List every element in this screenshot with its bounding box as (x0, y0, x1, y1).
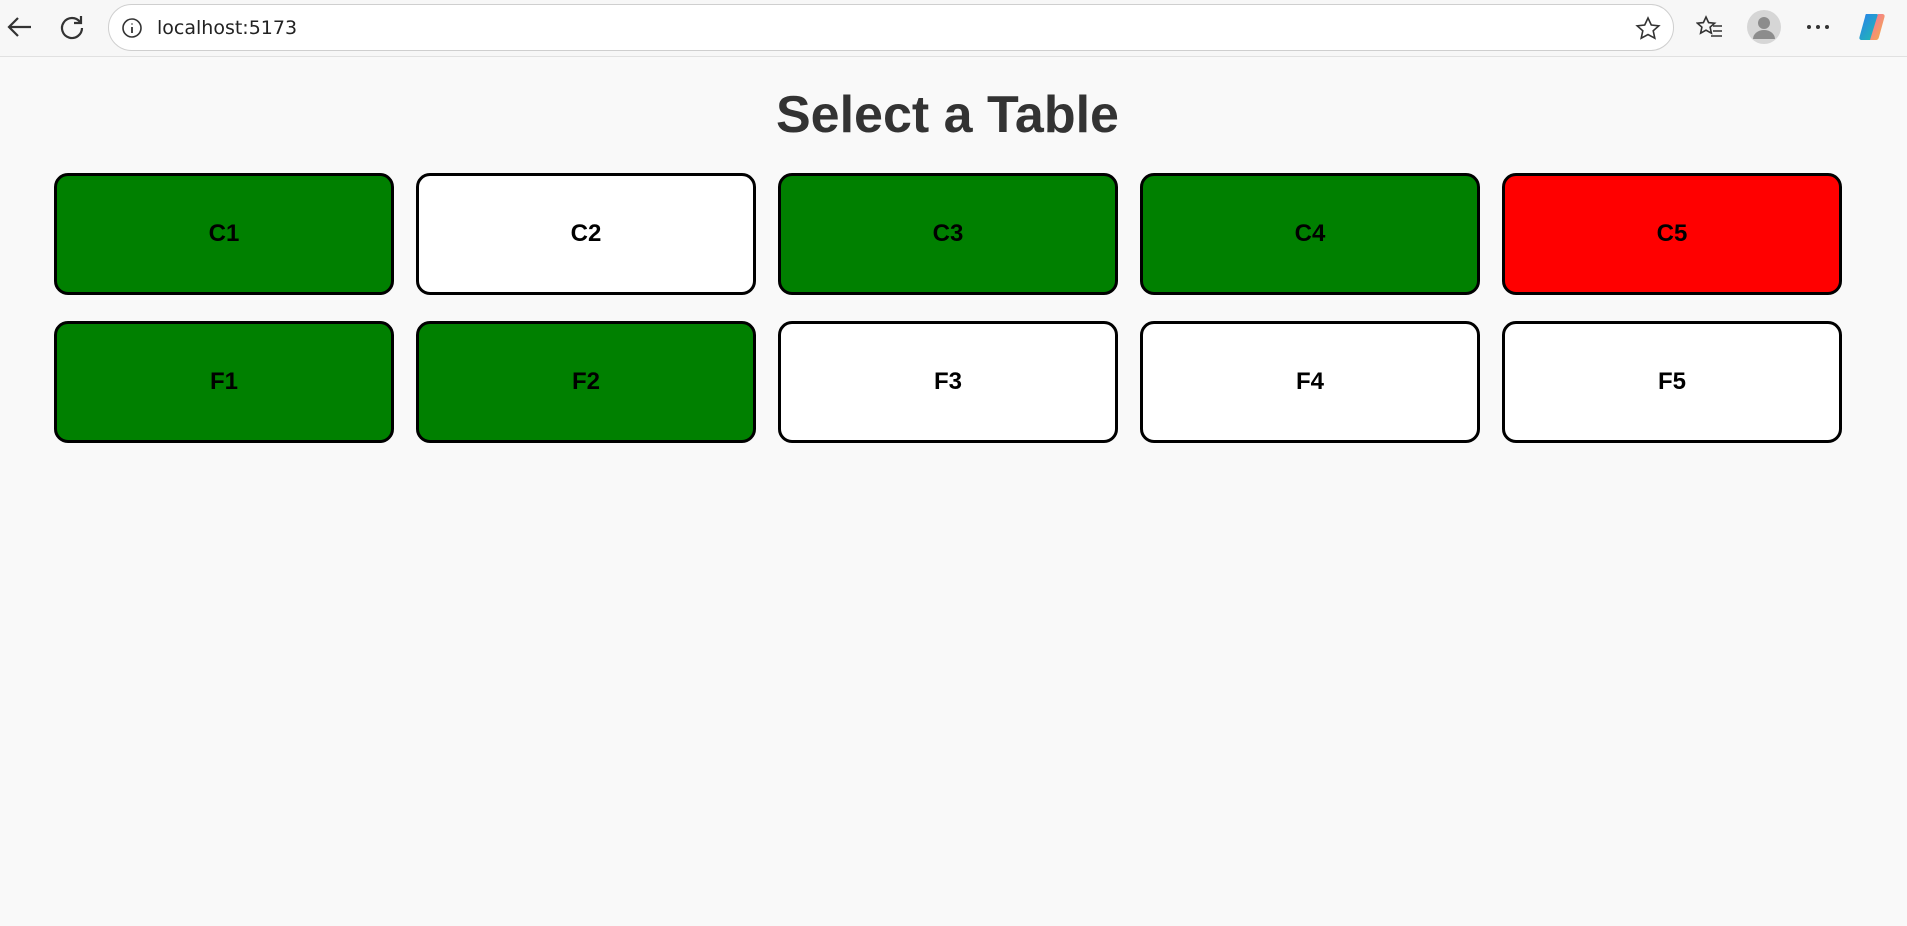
more-options-icon[interactable] (1798, 7, 1838, 47)
back-arrow-icon[interactable] (0, 7, 40, 47)
table-label: F2 (571, 368, 600, 395)
table-label: C4 (1294, 220, 1326, 247)
table-button-c4[interactable]: C4 (1140, 173, 1480, 295)
table-button-f3[interactable]: F3 (778, 321, 1118, 443)
browser-toolbar: localhost:5173 (0, 0, 1907, 56)
page-title: Select a Table (776, 86, 1119, 144)
copilot-icon[interactable] (1852, 7, 1892, 47)
table-grid: C1 C2 C3 C4 C5 F1 F2 F3 F4 F5 (54, 173, 1842, 443)
table-button-f1[interactable]: F1 (54, 321, 394, 443)
address-bar[interactable]: localhost:5173 (108, 4, 1674, 51)
table-button-c1[interactable]: C1 (54, 173, 394, 295)
table-label: C1 (208, 220, 240, 247)
table-label: F4 (1295, 368, 1324, 395)
refresh-icon[interactable] (52, 7, 92, 47)
favorites-icon[interactable] (1690, 7, 1730, 47)
table-label: F5 (1657, 368, 1686, 395)
page-content: Select a Table C1 C2 C3 C4 C5 F1 F2 F3 F… (0, 56, 1907, 926)
profile-avatar-icon[interactable] (1744, 7, 1784, 47)
table-button-c2[interactable]: C2 (416, 173, 756, 295)
table-button-f2[interactable]: F2 (416, 321, 756, 443)
favorite-star-icon[interactable] (1635, 16, 1661, 47)
table-button-f4[interactable]: F4 (1140, 321, 1480, 443)
url-text: localhost:5173 (157, 16, 298, 39)
table-button-c3[interactable]: C3 (778, 173, 1118, 295)
table-button-c5[interactable]: C5 (1502, 173, 1842, 295)
table-label: C2 (570, 220, 602, 247)
table-button-f5[interactable]: F5 (1502, 321, 1842, 443)
table-label: C5 (1656, 220, 1688, 247)
table-label: F1 (209, 368, 238, 395)
table-label: C3 (932, 220, 964, 247)
table-label: F3 (933, 368, 962, 395)
site-info-icon[interactable] (121, 17, 143, 39)
